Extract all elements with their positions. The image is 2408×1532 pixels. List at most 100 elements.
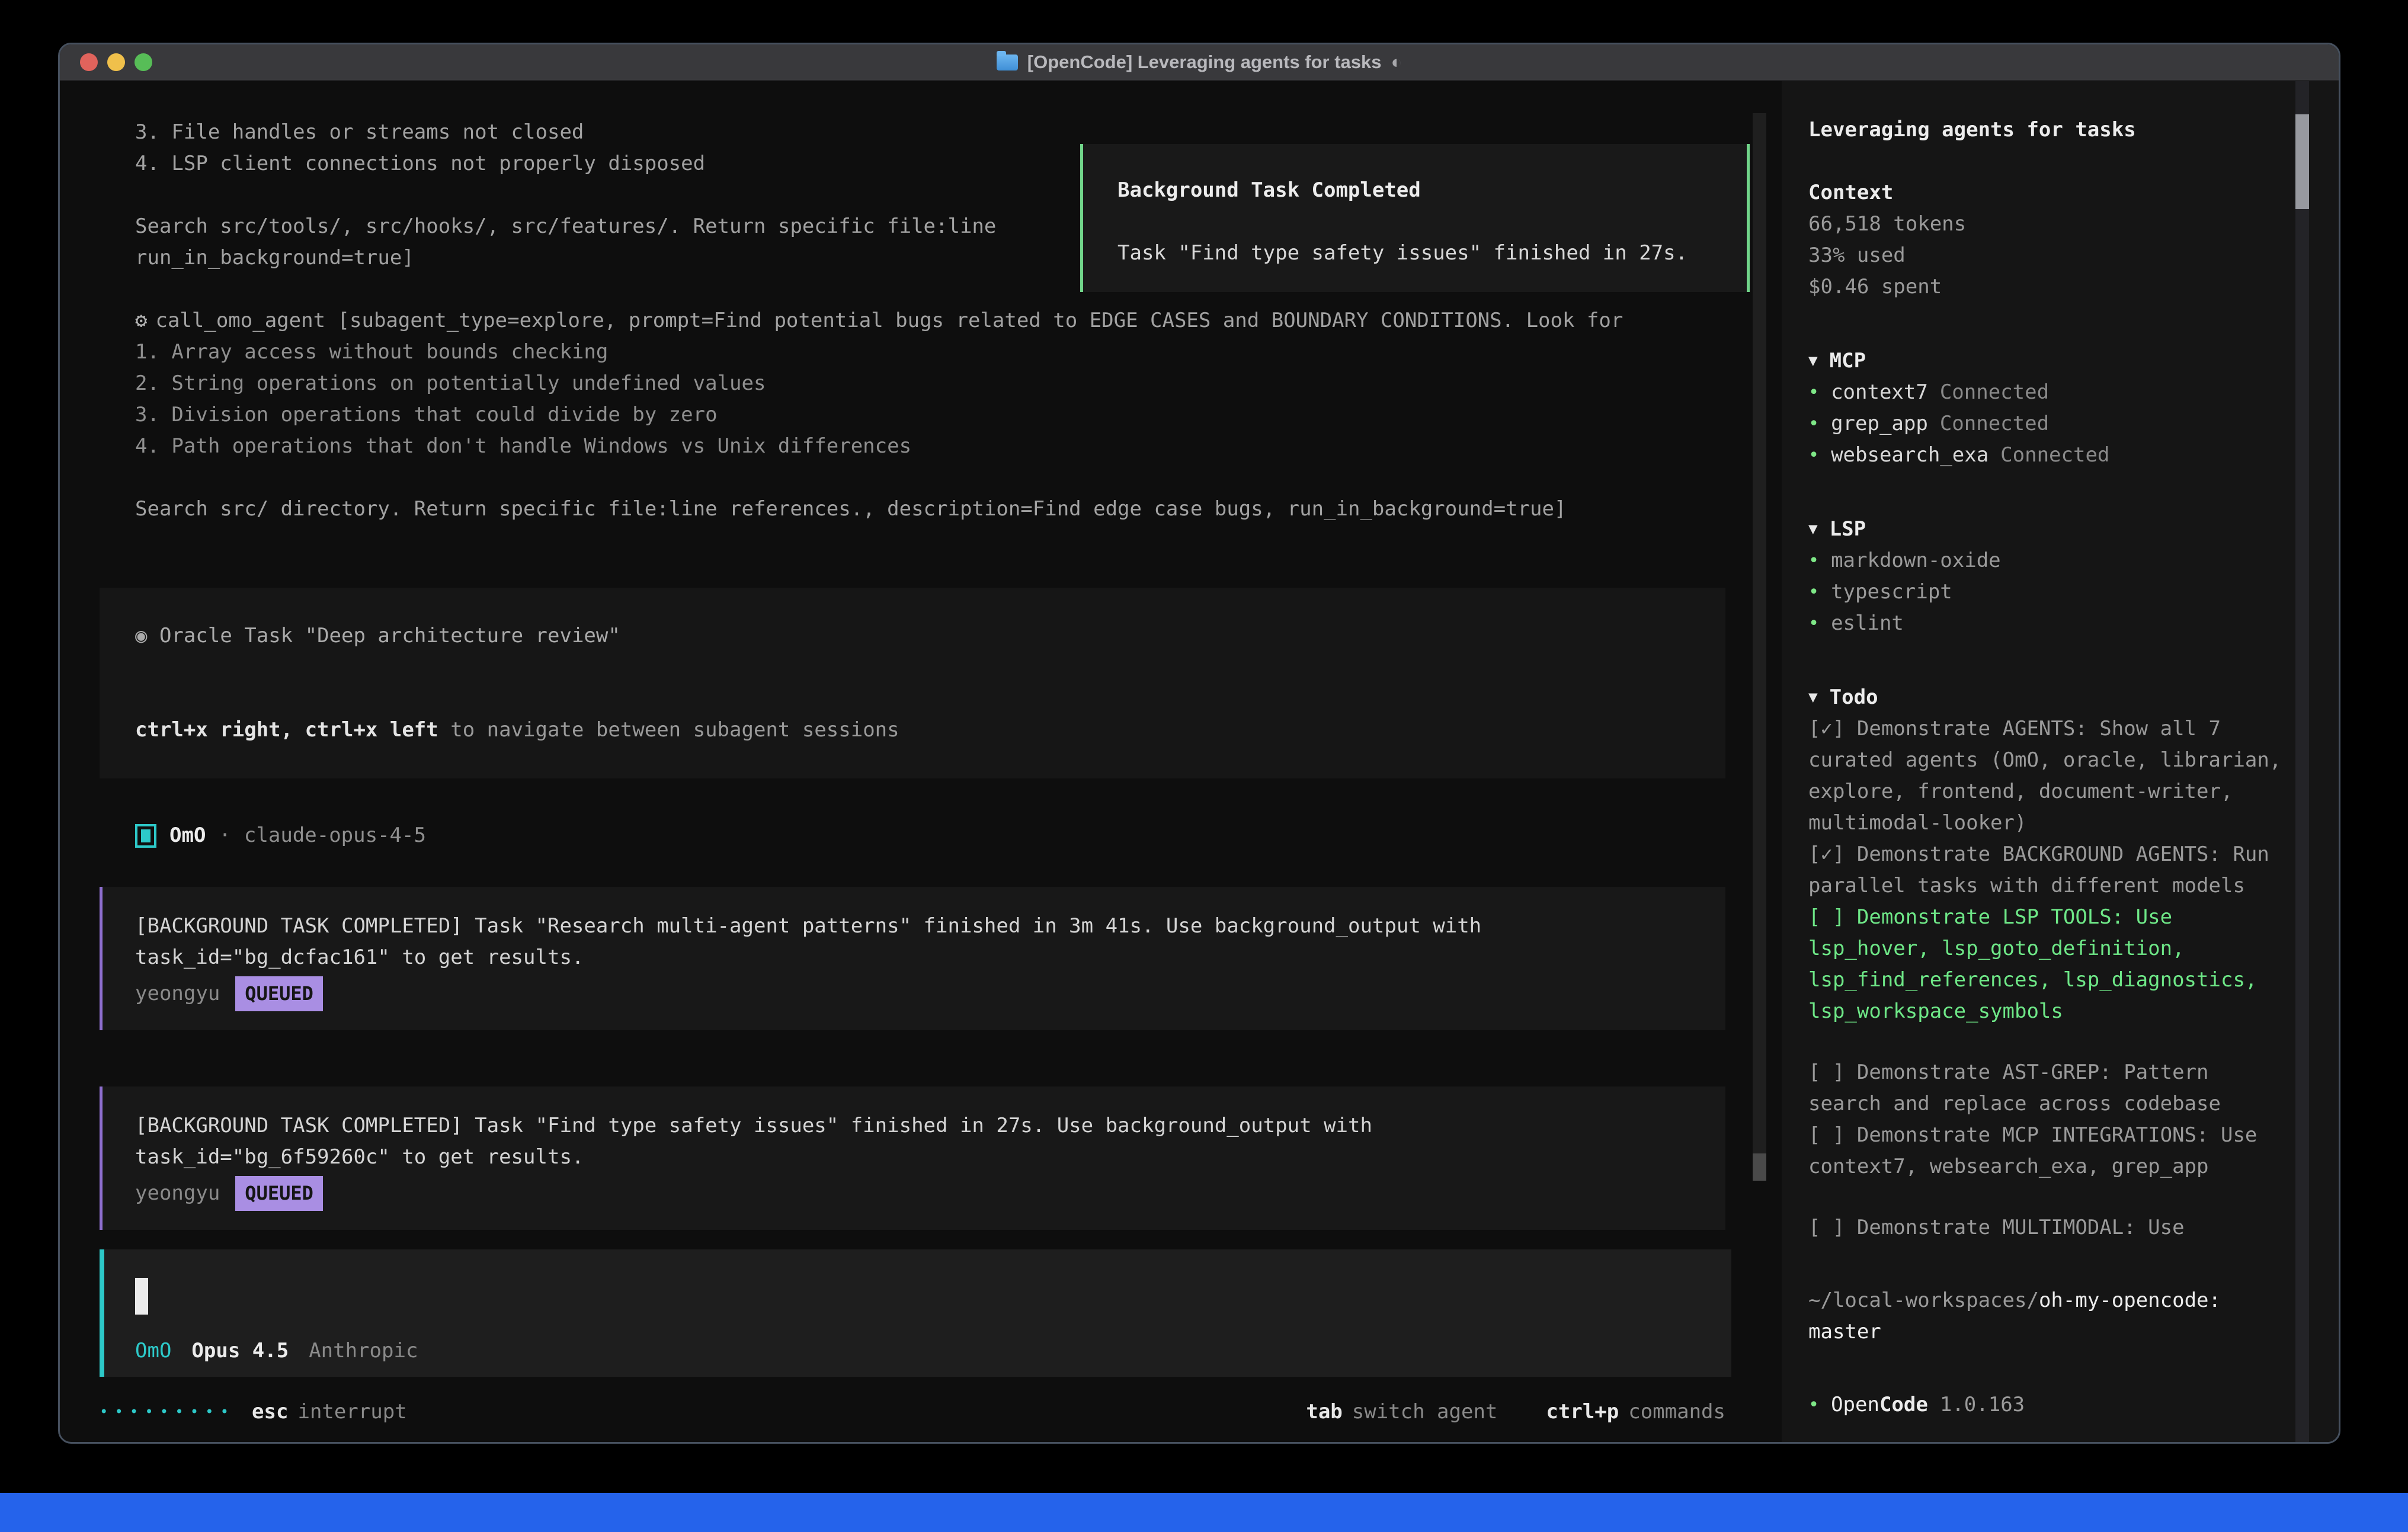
status-dot-icon: • xyxy=(1808,545,1819,576)
separator-dot: · xyxy=(219,820,230,851)
scrollbar-thumb[interactable] xyxy=(1753,1153,1766,1181)
todo-section: ▼ Todo [✓] Demonstrate AGENTS: Show all … xyxy=(1808,682,2285,1243)
lsp-server-item: • eslint xyxy=(1808,608,2285,639)
todo-section-header[interactable]: ▼ Todo xyxy=(1808,682,2285,713)
input-footer: OmO Opus 4.5 Anthropic xyxy=(135,1339,418,1363)
mcp-server-name: context7 xyxy=(1831,377,1928,408)
chevron-down-icon: ▼ xyxy=(1808,514,1818,545)
status-dot-icon: • xyxy=(1808,576,1819,608)
tool-call-item: 3. Division operations that could divide… xyxy=(135,399,1782,431)
message-meta: yeongyu QUEUED xyxy=(135,978,1725,1009)
workspace-path: ~/local-workspaces/oh-my-opencode: maste… xyxy=(1808,1285,2285,1348)
oracle-navigation-hint: ctrl+x right, ctrl+x left to navigate be… xyxy=(135,714,1725,746)
app-version-line: • OpenCode 1.0.163 xyxy=(1808,1389,2285,1421)
agent-header-line: OmO · claude-opus-4-5 xyxy=(135,820,1782,851)
toast-body: Task "Find type safety issues" finished … xyxy=(1117,238,1747,269)
context-used: 33% used xyxy=(1808,240,2285,271)
window-titlebar: [OpenCode] Leveraging agents for tasks ◐ xyxy=(60,44,2339,81)
blank-line xyxy=(135,462,1782,493)
gear-icon: ⚙ xyxy=(135,305,147,336)
app-name-open: Open xyxy=(1831,1393,1879,1416)
context-tokens: 66,518 tokens xyxy=(1808,209,2285,240)
commands-hint: ctrl+p commands xyxy=(1546,1400,1725,1424)
oracle-task-card: ◉ Oracle Task "Deep architecture review"… xyxy=(100,588,1725,778)
tool-call-item: 1. Array access without bounds checking xyxy=(135,336,1782,368)
status-dot-icon: • xyxy=(1808,440,1819,471)
context-header-label: Context xyxy=(1808,177,1893,209)
mcp-section: ▼ MCP • context7 Connected • grep_app Co… xyxy=(1808,345,2285,471)
mcp-server-status: Connected xyxy=(2000,440,2109,471)
zoom-button[interactable] xyxy=(135,53,152,71)
message-line: [BACKGROUND TASK COMPLETED] Task "Resear… xyxy=(135,911,1725,942)
app-version: 1.0.163 xyxy=(1940,1389,2025,1421)
git-branch-label: master xyxy=(1808,1316,2285,1348)
chat-main-area: 3. File handles or streams not closed 4.… xyxy=(60,81,1782,1442)
folder-icon xyxy=(997,55,1018,70)
lsp-section-header[interactable]: ▼ LSP xyxy=(1808,514,2285,545)
session-sidebar: Leveraging agents for tasks Context 66,5… xyxy=(1782,81,2339,1442)
hint-text: to navigate between subagent sessions xyxy=(438,718,899,742)
provider-label: Anthropic xyxy=(309,1339,418,1363)
status-dot-icon: • xyxy=(1808,1389,1819,1421)
mcp-server-status: Connected xyxy=(1940,408,2049,440)
record-icon: ◉ xyxy=(135,624,147,648)
conversation-scrollback[interactable]: 3. File handles or streams not closed 4.… xyxy=(60,81,1782,1249)
oracle-task-text: Oracle Task "Deep architecture review" xyxy=(159,624,620,648)
mcp-server-item: • context7 Connected xyxy=(1808,377,2285,408)
lsp-server-item: • markdown-oxide xyxy=(1808,545,2285,576)
hint-keys: ctrl+x right, ctrl+x left xyxy=(135,718,438,742)
mcp-header-label: MCP xyxy=(1830,345,1866,377)
tool-call-line: ⚙ call_omo_agent [subagent_type=explore,… xyxy=(135,305,1782,336)
traffic-lights xyxy=(80,44,152,80)
app-name-code: Code xyxy=(1879,1393,1928,1416)
mcp-section-header[interactable]: ▼ MCP xyxy=(1808,345,2285,377)
message-line: task_id="bg_dcfac161" to get results. xyxy=(135,942,1725,973)
message-line: task_id="bg_6f59260c" to get results. xyxy=(135,1142,1725,1173)
lsp-server-name: eslint xyxy=(1831,608,1904,639)
todo-item: [✓] Demonstrate AGENTS: Show all 7 curat… xyxy=(1808,713,2285,839)
conversation-scrollbar[interactable] xyxy=(1753,113,1766,1181)
queued-status-badge: QUEUED xyxy=(235,976,323,1011)
busy-spinner-icon: ••••••••• xyxy=(100,1403,235,1420)
lsp-server-name: markdown-oxide xyxy=(1831,545,2001,576)
agent-square-icon xyxy=(135,824,156,848)
session-title: Leveraging agents for tasks xyxy=(1808,114,2285,146)
ctrlp-key-label: ctrl+p xyxy=(1546,1400,1619,1424)
workspace-repo-name: oh-my-opencode: xyxy=(2039,1289,2221,1312)
mcp-server-name: websearch_exa xyxy=(1831,440,1988,471)
tool-call-text: call_omo_agent [subagent_type=explore, p… xyxy=(155,305,1623,336)
toast-title: Background Task Completed xyxy=(1117,175,1747,206)
window-title: [OpenCode] Leveraging agents for tasks ◐ xyxy=(997,52,1402,73)
tool-call-item: 4. Path operations that don't handle Win… xyxy=(135,431,1782,462)
lsp-server-name: typescript xyxy=(1831,576,1952,608)
esc-action-label: interrupt xyxy=(297,1400,406,1424)
mcp-server-item: • grep_app Connected xyxy=(1808,408,2285,440)
close-button[interactable] xyxy=(80,53,98,71)
half-moon-icon: ◐ xyxy=(1391,52,1402,73)
active-model-label: Opus 4.5 xyxy=(191,1339,289,1363)
switch-agent-hint: tab switch agent xyxy=(1306,1400,1497,1424)
chevron-down-icon: ▼ xyxy=(1808,682,1818,713)
scrollbar-thumb[interactable] xyxy=(2295,114,2309,209)
tab-key-label: tab xyxy=(1306,1400,1342,1424)
message-author: yeongyu xyxy=(135,978,220,1009)
desktop-wallpaper-strip xyxy=(0,1493,2408,1532)
terminal-window: [OpenCode] Leveraging agents for tasks ◐… xyxy=(58,43,2340,1444)
prompt-input[interactable]: OmO Opus 4.5 Anthropic xyxy=(100,1249,1731,1377)
chevron-down-icon: ▼ xyxy=(1808,345,1818,377)
status-dot-icon: • xyxy=(1808,408,1819,440)
active-agent-label: OmO xyxy=(135,1339,171,1363)
todo-item: [ ] Demonstrate MCP INTEGRATIONS: Use co… xyxy=(1808,1120,2285,1182)
todo-item: [✓] Demonstrate BACKGROUND AGENTS: Run p… xyxy=(1808,839,2285,902)
app-name: OpenCode xyxy=(1831,1389,1928,1421)
queued-status-badge: QUEUED xyxy=(235,1176,323,1211)
message-author: yeongyu xyxy=(135,1178,220,1209)
minimize-button[interactable] xyxy=(107,53,125,71)
mcp-server-name: grep_app xyxy=(1831,408,1928,440)
context-header: Context xyxy=(1808,177,2285,209)
mcp-server-status: Connected xyxy=(1940,377,2049,408)
tool-call-item: 2. String operations on potentially unde… xyxy=(135,368,1782,399)
todo-header-label: Todo xyxy=(1830,682,1878,713)
sidebar-scrollbar[interactable] xyxy=(2295,81,2309,1442)
todo-item: [ ] Demonstrate AST-GREP: Pattern search… xyxy=(1808,1057,2285,1120)
